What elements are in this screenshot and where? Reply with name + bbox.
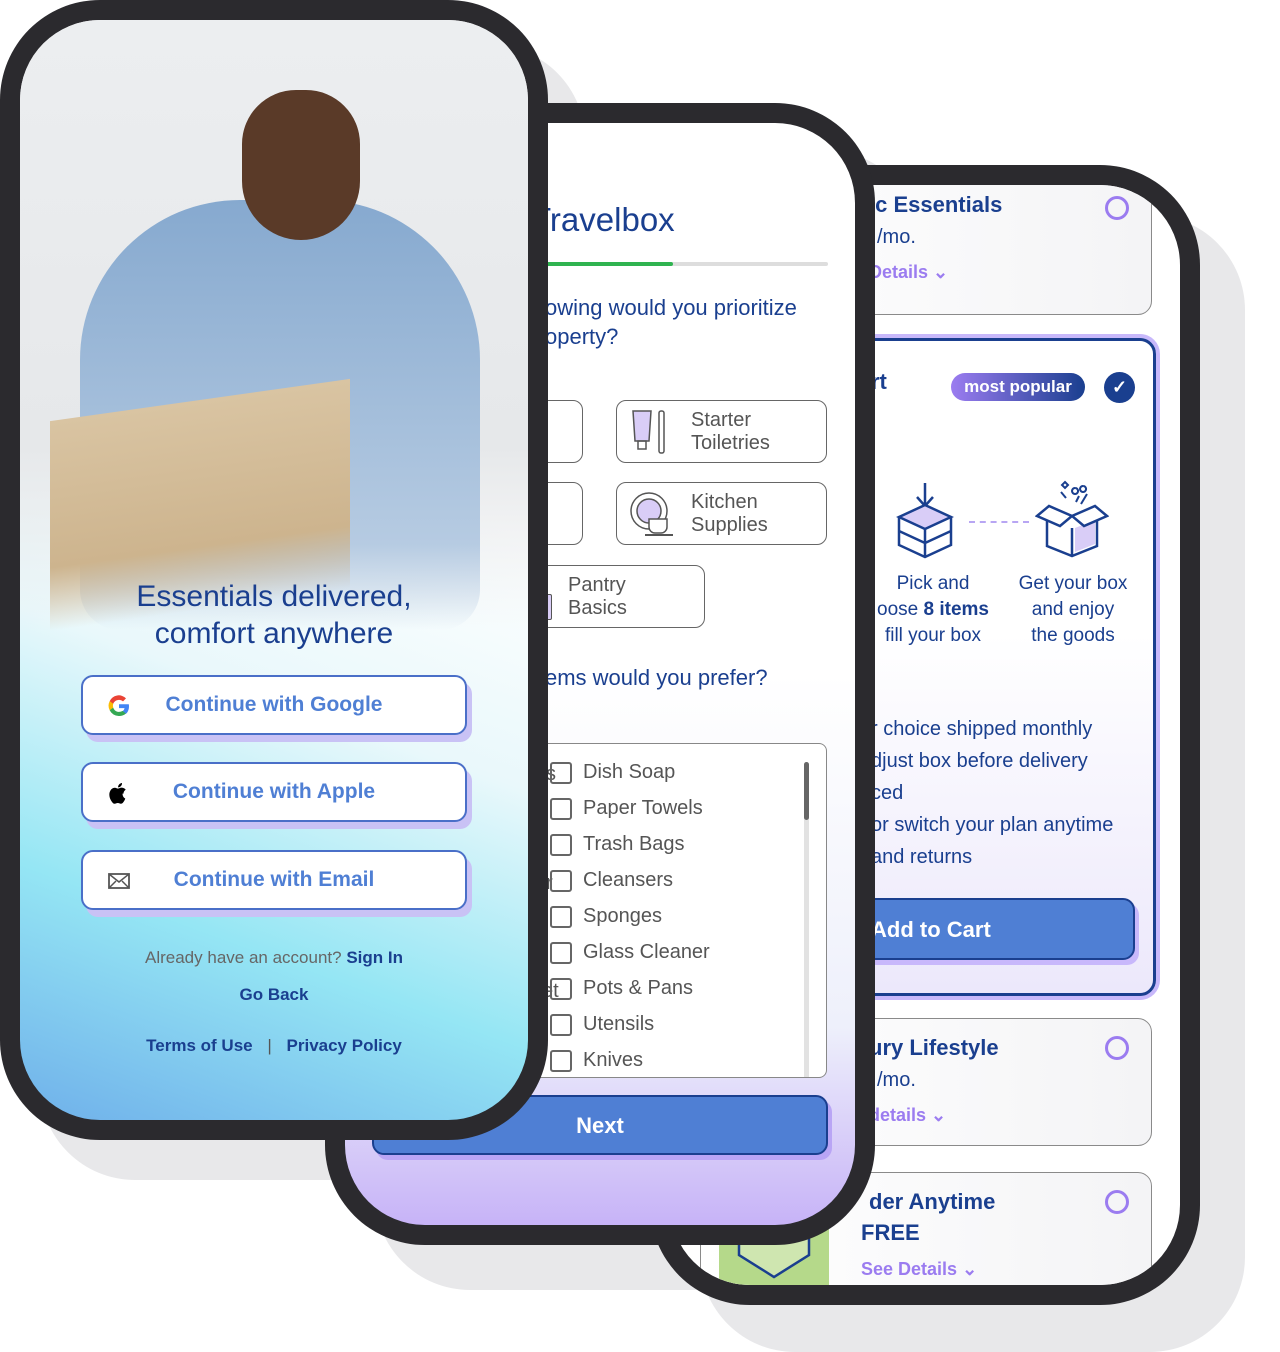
scrollbar-thumb[interactable] — [804, 762, 809, 820]
option-label: Kitchen Supplies — [691, 491, 768, 536]
plan-radio[interactable] — [1105, 1190, 1129, 1214]
plan-price: /mo. — [877, 226, 916, 248]
plan-title: ury Lifestyle — [869, 1035, 999, 1060]
checkbox[interactable] — [550, 1014, 572, 1036]
person-face — [242, 90, 360, 240]
see-details-link[interactable]: details ⌄ — [869, 1105, 946, 1126]
check-icon[interactable]: ✓ — [1104, 372, 1135, 403]
signin-phone: Essentials delivered, comfort anywhere Co… — [0, 0, 548, 1140]
checkbox[interactable] — [550, 834, 572, 856]
checkbox[interactable] — [550, 1050, 572, 1072]
toiletries-icon — [632, 410, 665, 454]
item-label: Utensils — [583, 1013, 655, 1035]
terms-link[interactable]: Terms of Use — [146, 1036, 252, 1055]
feature-item: ced — [871, 782, 904, 804]
hero-photo — [20, 20, 528, 632]
signin-screen: Essentials delivered, comfort anywhere Co… — [20, 20, 528, 1120]
plan-price: FREE — [861, 1220, 920, 1245]
kitchen-icon — [630, 492, 673, 536]
scrollbar[interactable] — [804, 762, 809, 1077]
feature-item: djust box before delivery — [871, 750, 1088, 772]
continue-email-button[interactable]: Continue with Email — [81, 850, 467, 910]
sign-in-prompt: Already have an account? Sign In — [20, 948, 528, 968]
box-open-icon — [1035, 480, 1109, 558]
item-label: Paper Towels — [583, 797, 703, 819]
have-account-text: Already have an account? — [145, 948, 342, 967]
option-kitchen-supplies[interactable]: Kitchen Supplies — [616, 482, 827, 545]
footer-links: Terms of Use | Privacy Policy — [20, 1036, 528, 1056]
chevron-down-icon: ⌄ — [931, 1105, 947, 1125]
step-pick-text: Pick and oose 8 items fill your box — [877, 573, 989, 646]
plan-radio[interactable] — [1105, 196, 1129, 220]
most-popular-badge: most popular — [951, 373, 1085, 401]
button-label: Continue with Email — [173, 868, 375, 891]
checkbox[interactable] — [550, 798, 572, 820]
feature-item: and returns — [871, 846, 973, 868]
item-label: Knives — [583, 1049, 644, 1071]
plan-radio[interactable] — [1105, 1036, 1129, 1060]
add-to-cart-label: Add to Cart — [871, 917, 991, 942]
feature-list: r choice shipped monthly djust box befor… — [871, 713, 1113, 873]
question-2: ems would you prefer? — [545, 665, 768, 690]
item-label: Sponges — [583, 905, 662, 927]
option-label: Pantry Basics — [568, 574, 627, 619]
chevron-down-icon: ⌄ — [962, 1259, 978, 1279]
question-1: owing would you prioritize operty? — [545, 295, 797, 349]
checkbox[interactable] — [550, 870, 572, 892]
option-starter-toiletries[interactable]: Starter Toiletries — [616, 400, 827, 463]
item-label: Glass Cleaner — [583, 941, 710, 963]
chevron-down-icon: ⌄ — [933, 262, 949, 282]
continue-google-button[interactable]: Continue with Google — [81, 675, 467, 735]
feature-item: or switch your plan anytime — [871, 814, 1114, 836]
button-label: Continue with Apple — [172, 780, 376, 803]
item-label: Cleansers — [583, 869, 674, 891]
checkbox[interactable] — [550, 762, 572, 784]
details-label: See Details — [861, 1259, 958, 1279]
sign-in-link[interactable]: Sign In — [346, 948, 403, 967]
item-label: Dish Soap — [583, 761, 676, 783]
continue-apple-button[interactable]: Continue with Apple — [81, 762, 467, 822]
privacy-link[interactable]: Privacy Policy — [287, 1036, 402, 1055]
details-label: Details — [869, 262, 929, 282]
step-connector — [969, 521, 1029, 523]
plan-title: der Anytime — [869, 1189, 996, 1214]
option-label: Starter Toiletries — [691, 409, 770, 454]
details-label: details — [869, 1105, 927, 1125]
box-pick-icon — [896, 483, 954, 559]
plan-title: ic Essentials — [869, 192, 1003, 217]
checkbox[interactable] — [550, 978, 572, 1000]
go-back-link[interactable]: Go Back — [20, 985, 528, 1005]
button-label: Continue with Google — [165, 693, 383, 716]
checkbox[interactable] — [550, 906, 572, 928]
feature-item: r choice shipped monthly — [871, 718, 1093, 740]
see-details-link[interactable]: See Details ⌄ — [861, 1259, 977, 1280]
item-label: Pots & Pans — [583, 977, 694, 999]
plan-price: /mo. — [877, 1069, 916, 1091]
separator: | — [267, 1036, 272, 1055]
see-details-link[interactable]: Details ⌄ — [869, 262, 948, 283]
app-title: Travelbox — [531, 201, 675, 238]
checkbox[interactable] — [550, 942, 572, 964]
step-get-text: Get your box and enjoy the goods — [1018, 573, 1128, 646]
headline: Essentials delivered, comfort anywhere — [136, 580, 412, 650]
item-label: Trash Bags — [583, 833, 685, 855]
